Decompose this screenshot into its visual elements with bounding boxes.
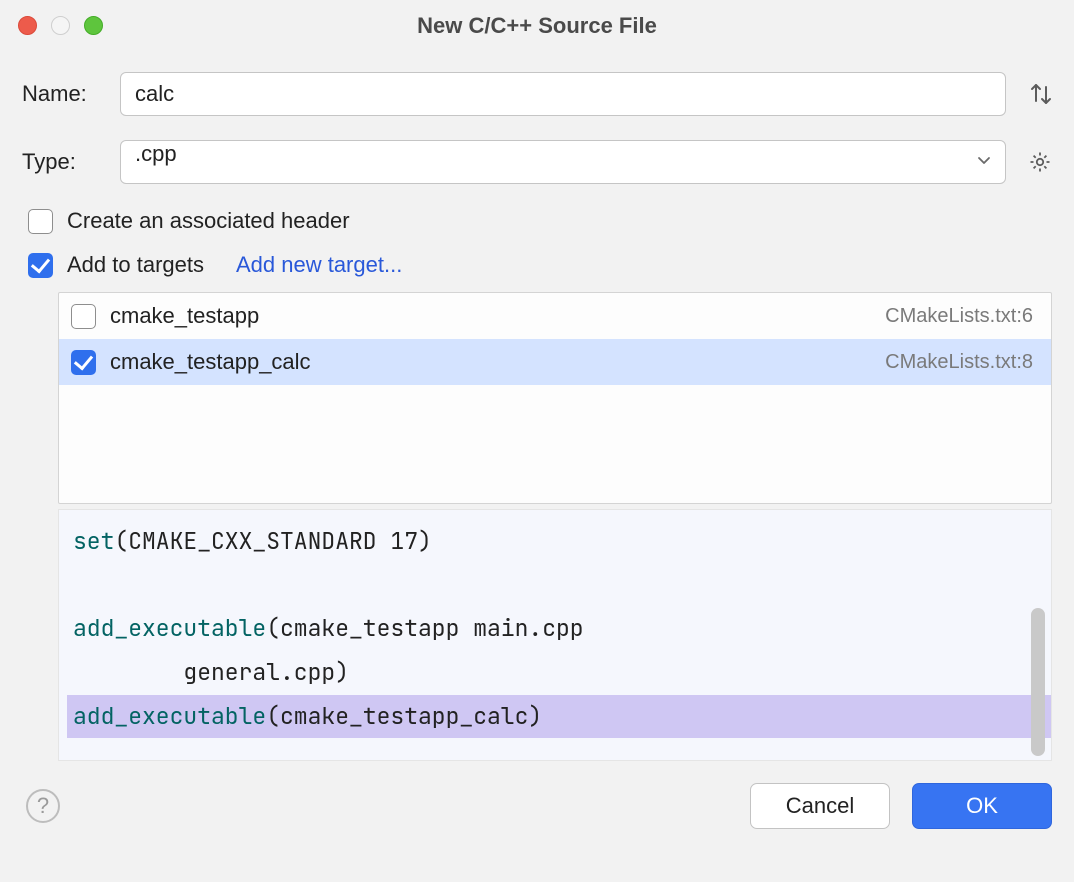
scrollbar-thumb[interactable] — [1031, 608, 1045, 756]
sort-icon[interactable] — [1018, 82, 1052, 106]
target-checkbox[interactable] — [71, 350, 96, 375]
create-header-checkbox[interactable] — [28, 209, 53, 234]
type-select[interactable]: .cpp — [120, 140, 1006, 184]
minimize-window-button[interactable] — [51, 16, 70, 35]
window-controls — [18, 16, 103, 35]
target-location: CMakeLists.txt:8 — [885, 351, 1033, 374]
target-checkbox[interactable] — [71, 304, 96, 329]
dialog-buttons: Cancel OK — [750, 783, 1052, 829]
type-label: Type: — [22, 149, 120, 175]
target-row[interactable]: cmake_testapp CMakeLists.txt:6 — [59, 293, 1051, 339]
cancel-label: Cancel — [786, 793, 854, 819]
target-location: CMakeLists.txt:6 — [885, 305, 1033, 328]
ok-label: OK — [966, 793, 998, 819]
ok-button[interactable]: OK — [912, 783, 1052, 829]
type-select-value: .cpp — [120, 140, 1006, 184]
cancel-button[interactable]: Cancel — [750, 783, 890, 829]
code-kw: set — [73, 526, 114, 556]
help-glyph: ? — [37, 793, 49, 819]
add-to-targets-row: Add to targets Add new target... — [28, 252, 1052, 278]
targets-panel: cmake_testapp CMakeLists.txt:6 cmake_tes… — [58, 292, 1052, 504]
name-row: Name: — [22, 72, 1052, 116]
code-text: general.cpp) — [67, 651, 1051, 695]
close-window-button[interactable] — [18, 16, 37, 35]
target-row[interactable]: cmake_testapp_calc CMakeLists.txt:8 — [59, 339, 1051, 385]
code-text: (cmake_testapp main.cpp — [266, 613, 583, 643]
code-kw: add_executable — [73, 701, 266, 731]
code-text: (cmake_testapp_calc) — [266, 701, 542, 731]
targets-empty-space — [59, 385, 1051, 503]
create-header-row[interactable]: Create an associated header — [28, 208, 1052, 234]
titlebar: New C/C++ Source File — [0, 0, 1074, 52]
add-to-targets-checkbox[interactable] — [28, 253, 53, 278]
dialog-footer: ? Cancel OK — [0, 761, 1074, 845]
target-name: cmake_testapp — [110, 303, 259, 329]
code-text: (CMAKE_CXX_STANDARD 17) — [114, 526, 431, 556]
create-header-label: Create an associated header — [67, 208, 350, 234]
target-name: cmake_testapp_calc — [110, 349, 311, 375]
window-title: New C/C++ Source File — [0, 13, 1074, 39]
name-label: Name: — [22, 81, 120, 107]
code-kw: add_executable — [73, 613, 266, 643]
name-input[interactable] — [120, 72, 1006, 116]
dialog-content: Name: Type: .cpp Create an associated he… — [0, 52, 1074, 761]
add-to-targets-label: Add to targets — [67, 252, 204, 278]
add-new-target-link[interactable]: Add new target... — [236, 252, 402, 278]
help-icon[interactable]: ? — [26, 789, 60, 823]
maximize-window-button[interactable] — [84, 16, 103, 35]
cmake-preview: set(CMAKE_CXX_STANDARD 17) add_executabl… — [58, 509, 1052, 761]
type-row: Type: .cpp — [22, 140, 1052, 184]
gear-icon[interactable] — [1018, 150, 1052, 174]
